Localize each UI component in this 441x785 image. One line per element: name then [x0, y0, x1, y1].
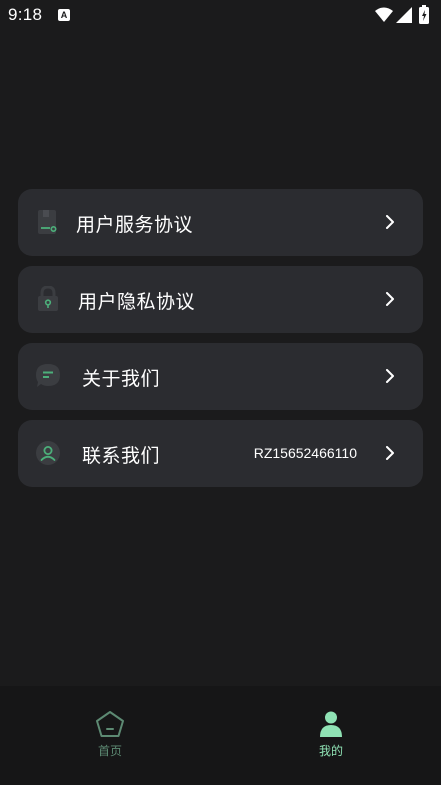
chevron-right-icon [386, 446, 394, 460]
menu-item-user-agreement[interactable]: 用户服务协议 [18, 189, 423, 256]
signal-icon [396, 7, 412, 23]
menu-item-privacy-policy[interactable]: 用户隐私协议 [18, 266, 423, 333]
menu-item-label: 关于我们 [82, 368, 161, 390]
menu-item-about-us[interactable]: 关于我们 [18, 343, 423, 410]
contact-id-value: RZ15652466110 [253, 445, 357, 461]
wifi-icon [375, 7, 393, 22]
user-icon [36, 441, 60, 465]
chevron-right-icon [386, 215, 394, 229]
settings-menu: 用户服务协议 用户隐私协议 关于我们 联系我们 RZ15652466110 [18, 189, 423, 497]
menu-item-label: 联系我们 [82, 445, 161, 467]
notification-badge-icon: A [58, 9, 70, 21]
nav-tab-home[interactable]: 首页 [70, 710, 150, 770]
person-icon [320, 711, 342, 737]
nav-tab-mine[interactable]: 我的 [291, 710, 371, 770]
bottom-nav: 首页 我的 [0, 686, 441, 785]
status-icons [375, 5, 435, 25]
battery-icon [419, 5, 429, 24]
menu-item-contact-us[interactable]: 联系我们 RZ15652466110 [18, 420, 423, 487]
chevron-right-icon [386, 292, 394, 306]
status-bar: 9:18 A [0, 0, 441, 32]
lock-icon [38, 286, 58, 311]
menu-item-label: 用户隐私协议 [78, 291, 196, 313]
home-pentagon-icon [96, 711, 124, 737]
chevron-right-icon [386, 369, 394, 383]
nav-label: 首页 [97, 744, 122, 758]
menu-item-label: 用户服务协议 [76, 214, 194, 236]
nav-label: 我的 [318, 744, 343, 758]
status-time: 9:18 [8, 5, 43, 24]
document-icon [38, 210, 57, 234]
chat-bubble-icon [36, 364, 60, 387]
